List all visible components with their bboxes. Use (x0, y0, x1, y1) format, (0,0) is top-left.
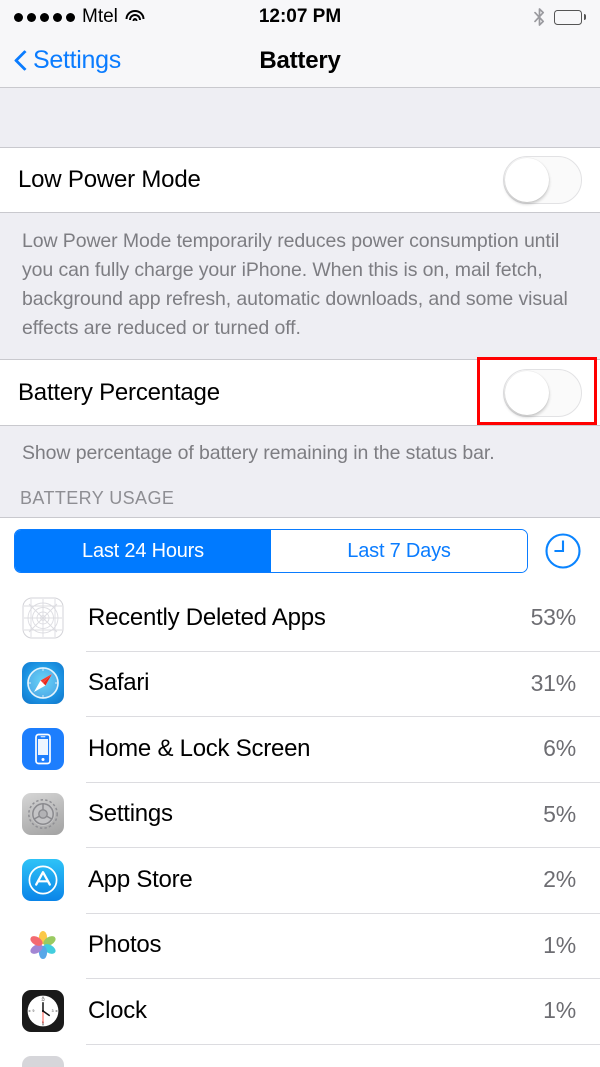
app-icon-partial (22, 1055, 64, 1067)
app-store-icon (22, 858, 64, 901)
table-row[interactable]: Safari 31% (0, 650, 600, 717)
back-button[interactable]: Settings (14, 46, 121, 75)
segment-last-24-hours[interactable]: Last 24 Hours (15, 530, 271, 572)
battery-usage-range-row: Last 24 Hours Last 7 Days (0, 517, 600, 585)
clock-icon[interactable] (542, 530, 584, 572)
table-row[interactable]: App Store 2% (0, 847, 600, 913)
table-row-partial[interactable] (0, 1043, 600, 1067)
battery-percentage-description: Show percentage of battery remaining in … (0, 426, 600, 474)
app-name: Settings (88, 800, 173, 828)
app-name: Home & Lock Screen (88, 734, 311, 762)
battery-usage-section-header: BATTERY USAGE (0, 474, 600, 517)
top-spacer (0, 88, 600, 147)
low-power-mode-toggle[interactable] (503, 156, 582, 204)
home-lock-screen-icon (22, 727, 64, 770)
svg-text:12: 12 (41, 998, 45, 1002)
settings-gear-icon (22, 793, 64, 836)
table-row[interactable]: Photos 1% (0, 912, 600, 979)
navigation-bar: Settings Battery (0, 34, 600, 88)
battery-settings-screen: Mtel 12:07 PM Settings Battery Low Power… (0, 0, 600, 1067)
photos-icon (22, 924, 64, 967)
table-row[interactable]: Home & Lock Screen 6% (0, 716, 600, 782)
app-battery-percent: 53% (530, 604, 577, 631)
low-power-mode-description: Low Power Mode temporarily reduces power… (0, 213, 600, 359)
low-power-mode-label: Low Power Mode (18, 166, 201, 193)
clock-app-icon: 123 69 (22, 989, 64, 1032)
svg-text:9: 9 (32, 1009, 34, 1013)
back-button-label: Settings (33, 46, 121, 74)
time-range-segmented-control[interactable]: Last 24 Hours Last 7 Days (14, 529, 528, 573)
app-battery-percent: 5% (543, 800, 576, 827)
battery-percentage-row[interactable]: Battery Percentage (0, 359, 600, 426)
app-battery-percent: 31% (530, 669, 577, 696)
battery-usage-app-list: Recently Deleted Apps 53% Safari 31% Hom… (0, 585, 600, 1067)
toggle-knob (505, 158, 549, 202)
battery-percentage-toggle[interactable] (503, 368, 582, 417)
app-name: Clock (88, 996, 147, 1024)
svg-text:3: 3 (52, 1009, 54, 1013)
app-name: Recently Deleted Apps (88, 603, 326, 631)
battery-percentage-label: Battery Percentage (18, 378, 220, 406)
table-row[interactable]: Recently Deleted Apps 53% (0, 585, 600, 651)
status-bar: Mtel 12:07 PM (0, 0, 600, 34)
table-row[interactable]: 123 69 Clock 1% (0, 978, 600, 1044)
grid-placeholder-icon (22, 596, 64, 639)
app-battery-percent: 6% (543, 735, 576, 762)
status-bar-clock: 12:07 PM (258, 6, 342, 27)
app-name: App Store (88, 865, 193, 893)
bluetooth-icon (534, 8, 545, 26)
app-battery-percent: 2% (543, 866, 576, 893)
safari-icon (22, 662, 64, 705)
app-battery-percent: 1% (543, 931, 576, 958)
status-bar-right (534, 8, 586, 26)
chevron-left-icon (14, 50, 27, 72)
app-name: Photos (88, 931, 162, 959)
toggle-knob (505, 370, 549, 415)
segment-last-7-days[interactable]: Last 7 Days (271, 530, 527, 572)
app-battery-percent: 1% (543, 997, 576, 1024)
table-row[interactable]: Settings 5% (0, 781, 600, 848)
app-name: Safari (88, 669, 150, 697)
low-power-mode-row[interactable]: Low Power Mode (0, 147, 600, 213)
battery-icon (554, 9, 586, 25)
